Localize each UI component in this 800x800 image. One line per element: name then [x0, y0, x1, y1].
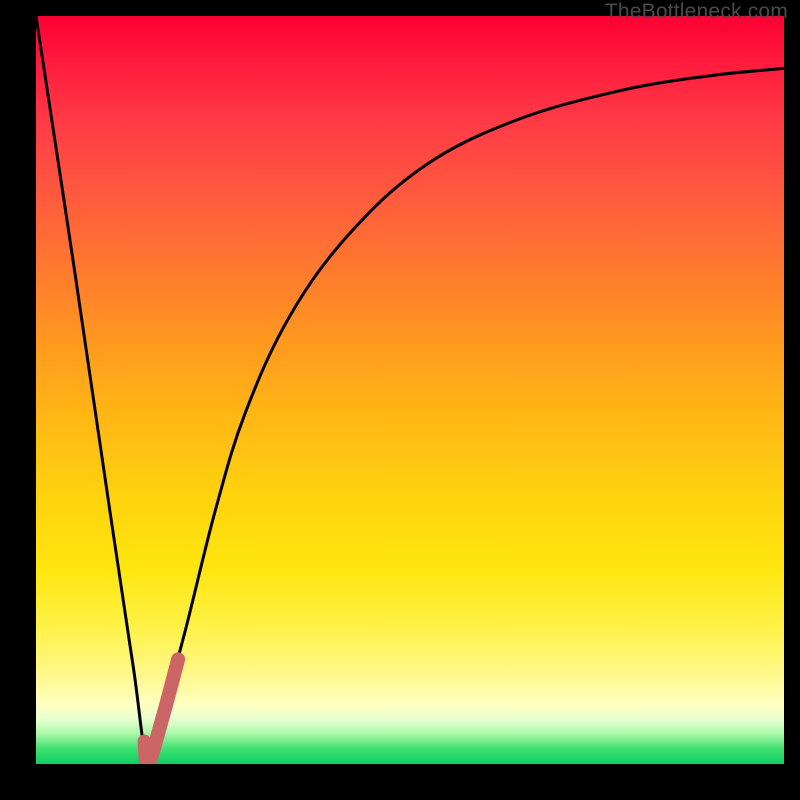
- chart-plot-area: [36, 16, 784, 764]
- bottleneck-curve: [36, 16, 784, 764]
- watermark-text: TheBottleneck.com: [605, 0, 788, 24]
- highlight-segment: [144, 659, 178, 764]
- chart-svg: [36, 16, 784, 764]
- chart-frame: TheBottleneck.com: [0, 0, 800, 800]
